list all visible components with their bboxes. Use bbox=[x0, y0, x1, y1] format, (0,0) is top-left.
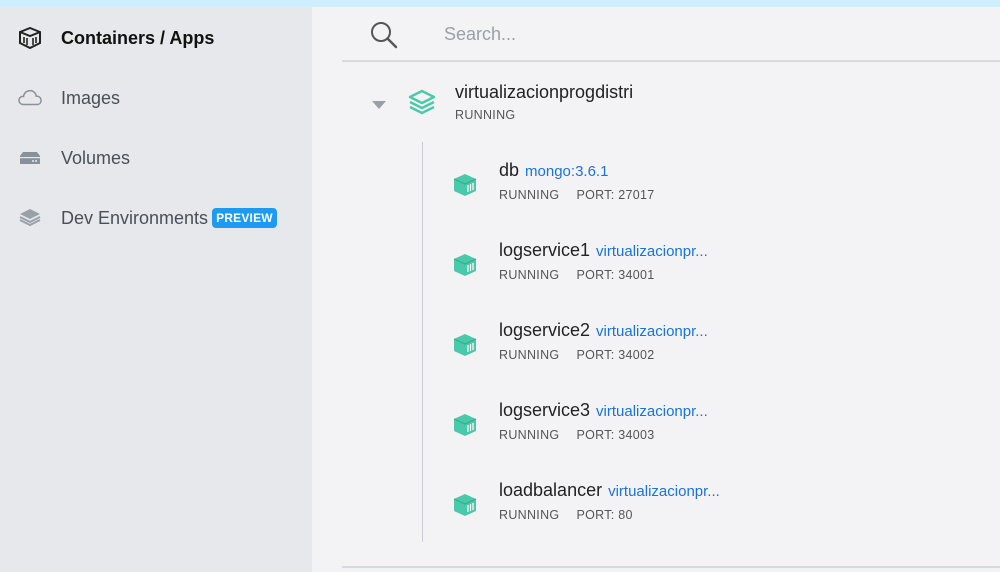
container-row[interactable]: logservice1 virtualizacionpr... RUNNING POR… bbox=[442, 240, 1000, 300]
cloud-icon bbox=[18, 86, 42, 110]
container-status: RUNNING bbox=[499, 188, 560, 202]
sidebar-item-label: Volumes bbox=[61, 147, 131, 168]
hard-drive-icon bbox=[18, 146, 42, 170]
search-icon bbox=[370, 21, 398, 49]
container-name: logservice1 bbox=[499, 240, 591, 260]
app-row[interactable]: virtualizacionprogdistri RUNNING bbox=[342, 77, 1000, 127]
container-port: PORT: 34002 bbox=[576, 348, 655, 362]
container-image-link[interactable]: virtualizacionpr... bbox=[596, 323, 708, 340]
preview-badge: PREVIEW bbox=[212, 207, 277, 228]
main-panel: virtualizacionprogdistri RUNNING dbmongo… bbox=[312, 7, 1000, 572]
container-row[interactable]: db mongo:3.6.1 RUNNING PORT: 27017 bbox=[442, 160, 1000, 220]
container-cube-icon bbox=[452, 252, 478, 278]
container-image-link[interactable]: mongo:3.6.1 bbox=[525, 163, 608, 180]
sidebar-item-volumes[interactable]: Volumes bbox=[0, 135, 312, 181]
app-name: virtualizacionprogdistri bbox=[455, 82, 634, 102]
container-status: RUNNING bbox=[499, 268, 560, 282]
container-status: RUNNING bbox=[499, 508, 560, 522]
container-box-icon bbox=[18, 26, 42, 50]
sidebar-item-dev-environments[interactable]: Dev Environments PREVIEW bbox=[0, 195, 312, 241]
container-port: PORT: 80 bbox=[576, 508, 633, 522]
container-port: PORT: 34001 bbox=[576, 268, 655, 282]
container-name: logservice3 bbox=[499, 400, 591, 420]
container-status: RUNNING bbox=[499, 428, 560, 442]
sidebar-item-label: Containers / Apps bbox=[61, 27, 215, 48]
search-input[interactable] bbox=[444, 21, 944, 47]
sidebar-item-label: Images bbox=[61, 87, 121, 108]
container-name: logservice2 bbox=[499, 320, 591, 340]
container-cube-icon bbox=[452, 492, 478, 518]
container-port: PORT: 27017 bbox=[576, 188, 655, 202]
container-row[interactable]: logservice3 virtualizacionpr... RUNNING POR… bbox=[442, 400, 1000, 460]
container-cube-icon bbox=[452, 332, 478, 358]
top-accent-bar bbox=[0, 0, 1000, 7]
search-bar bbox=[342, 7, 1000, 62]
sidebar-item-images[interactable]: Images bbox=[0, 75, 312, 121]
container-image-link[interactable]: virtualizacionpr... bbox=[608, 483, 720, 500]
container-name: db bbox=[499, 160, 520, 180]
container-cube-icon bbox=[452, 172, 478, 198]
sidebar-item-label: Dev Environments PREVIEW bbox=[61, 207, 277, 229]
container-name: loadbalancer bbox=[499, 480, 603, 500]
container-image-link[interactable]: virtualizacionpr... bbox=[596, 243, 708, 260]
container-row[interactable]: loadbalancer virtualizacionpr... RUNNING PO… bbox=[442, 480, 1000, 540]
chevron-down-icon[interactable] bbox=[372, 101, 386, 109]
container-cube-icon bbox=[452, 412, 478, 438]
stack-layers-icon bbox=[408, 89, 436, 115]
sidebar-item-containers[interactable]: Containers / Apps bbox=[0, 15, 312, 61]
divider bbox=[342, 566, 1000, 568]
app-status: RUNNING bbox=[455, 108, 516, 122]
container-port: PORT: 34003 bbox=[576, 428, 655, 442]
layers-cube-icon bbox=[18, 206, 42, 230]
container-status: RUNNING bbox=[499, 348, 560, 362]
tree-connector-line bbox=[422, 142, 423, 542]
container-row[interactable]: logservice2 virtualizacionpr... RUNNING POR… bbox=[442, 320, 1000, 380]
sidebar: Containers / Apps Images Volumes Dev Env… bbox=[0, 7, 312, 572]
container-image-link[interactable]: virtualizacionpr... bbox=[596, 403, 708, 420]
